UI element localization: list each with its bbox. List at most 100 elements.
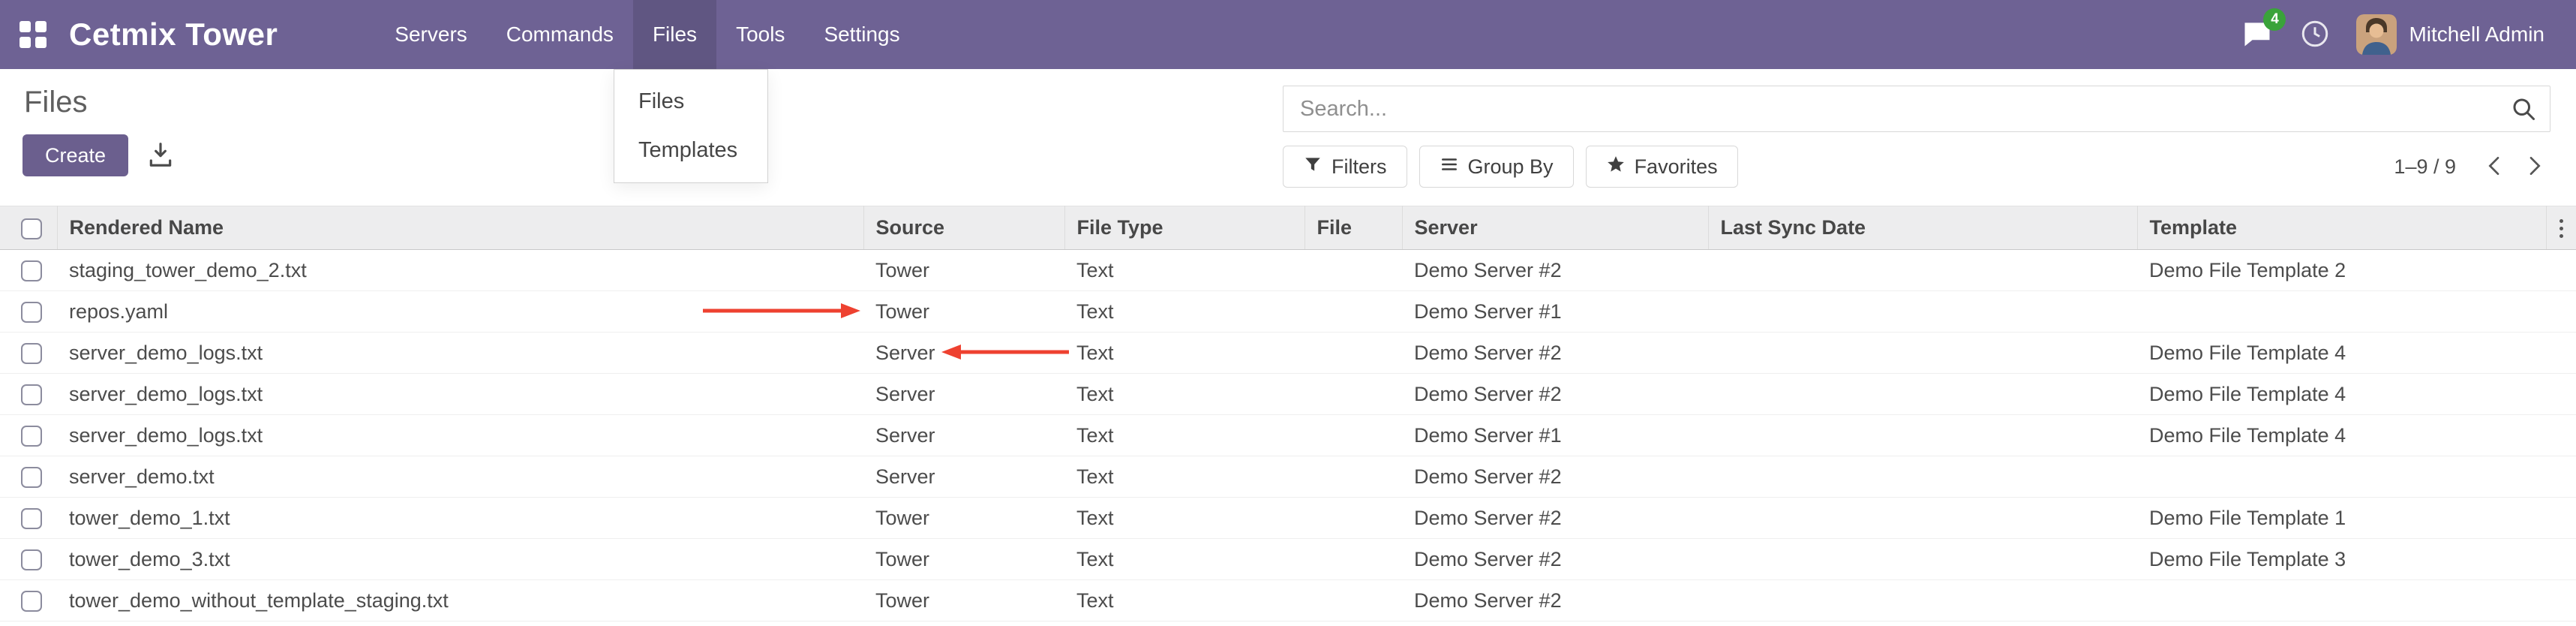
cell-file-type: Text: [1064, 498, 1305, 539]
cell-server: Demo Server #2: [1402, 374, 1708, 415]
search-input[interactable]: [1283, 86, 2550, 132]
cell-server: Demo Server #1: [1402, 291, 1708, 333]
row-checkbox[interactable]: [21, 549, 42, 570]
cell-file: [1305, 291, 1402, 333]
column-header-file-type[interactable]: File Type: [1064, 206, 1305, 250]
pager-next-button[interactable]: [2517, 149, 2550, 185]
optional-columns-button[interactable]: [2546, 206, 2576, 250]
cell-source: Server: [863, 415, 1064, 456]
cell-file: [1305, 498, 1402, 539]
pager-range: 1–9 / 9: [2394, 155, 2456, 179]
cell-template: Demo File Template 4: [2137, 333, 2546, 374]
row-checkbox[interactable]: [21, 384, 42, 405]
menu-files[interactable]: Files: [633, 0, 716, 69]
row-checkbox-cell: [0, 291, 57, 333]
cell-rendered-name: tower_demo_without_template_staging.txt: [57, 580, 863, 621]
row-checkbox[interactable]: [21, 260, 42, 281]
cell-file: [1305, 415, 1402, 456]
activities-button[interactable]: [2299, 18, 2331, 52]
filters-button[interactable]: Filters: [1283, 146, 1407, 188]
select-all-checkbox[interactable]: [21, 218, 42, 239]
cell-last-sync-date: [1708, 374, 2137, 415]
apps-grid-icon: [20, 21, 47, 48]
cell-source: Tower: [863, 291, 1064, 333]
table-row[interactable]: staging_tower_demo_2.txt Tower Text Demo…: [0, 250, 2576, 291]
apps-menu-button[interactable]: [0, 0, 66, 69]
cell-template: Demo File Template 1: [2137, 498, 2546, 539]
cell-options: [2546, 456, 2576, 498]
cell-server: Demo Server #1: [1402, 415, 1708, 456]
cell-template: Demo File Template 4: [2137, 415, 2546, 456]
table-row[interactable]: tower_demo_1.txt Tower Text Demo Server …: [0, 498, 2576, 539]
row-checkbox[interactable]: [21, 426, 42, 447]
create-button[interactable]: Create: [23, 134, 128, 176]
cell-rendered-name: server_demo.txt: [57, 456, 863, 498]
files-dropdown-menu: Files Templates: [614, 69, 768, 183]
cell-server: Demo Server #2: [1402, 333, 1708, 374]
column-header-template[interactable]: Template: [2137, 206, 2546, 250]
row-checkbox-cell: [0, 498, 57, 539]
user-menu[interactable]: Mitchell Admin: [2356, 14, 2544, 55]
row-checkbox[interactable]: [21, 508, 42, 529]
top-navbar: Cetmix Tower Servers Commands Files Tool…: [0, 0, 2576, 69]
dropdown-item-templates[interactable]: Templates: [614, 126, 767, 175]
cell-options: [2546, 291, 2576, 333]
cell-file: [1305, 333, 1402, 374]
table-row[interactable]: server_demo_logs.txt Server Text Demo Se…: [0, 333, 2576, 374]
cell-last-sync-date: [1708, 456, 2137, 498]
star-icon: [1606, 155, 1626, 179]
messages-button[interactable]: 4: [2241, 17, 2274, 53]
table-row[interactable]: tower_demo_3.txt Tower Text Demo Server …: [0, 539, 2576, 580]
cell-template: [2137, 580, 2546, 621]
menu-commands[interactable]: Commands: [487, 0, 633, 69]
cell-server: Demo Server #2: [1402, 580, 1708, 621]
row-checkbox[interactable]: [21, 467, 42, 488]
column-header-server[interactable]: Server: [1402, 206, 1708, 250]
cell-options: [2546, 333, 2576, 374]
cell-file: [1305, 374, 1402, 415]
cell-source: Tower: [863, 498, 1064, 539]
export-button[interactable]: [143, 137, 178, 174]
row-checkbox[interactable]: [21, 302, 42, 323]
cell-last-sync-date: [1708, 415, 2137, 456]
cell-source: Tower: [863, 539, 1064, 580]
menu-settings[interactable]: Settings: [804, 0, 919, 69]
chevron-left-icon: [2483, 154, 2507, 180]
cell-rendered-name: server_demo_logs.txt: [57, 333, 863, 374]
group-by-button[interactable]: Group By: [1419, 146, 1574, 188]
cell-options: [2546, 539, 2576, 580]
cell-rendered-name: repos.yaml: [57, 291, 863, 333]
funnel-icon: [1303, 155, 1323, 179]
filters-label: Filters: [1332, 155, 1387, 179]
row-checkbox[interactable]: [21, 591, 42, 612]
cell-file-type: Text: [1064, 539, 1305, 580]
table-row[interactable]: tower_demo_without_template_staging.txt …: [0, 580, 2576, 621]
favorites-label: Favorites: [1635, 155, 1718, 179]
menu-servers[interactable]: Servers: [375, 0, 486, 69]
table-row[interactable]: server_demo_logs.txt Server Text Demo Se…: [0, 415, 2576, 456]
pager-previous-button[interactable]: [2478, 149, 2511, 185]
favorites-button[interactable]: Favorites: [1586, 146, 1738, 188]
column-header-file[interactable]: File: [1305, 206, 1402, 250]
table-row[interactable]: server_demo.txt Server Text Demo Server …: [0, 456, 2576, 498]
table-row[interactable]: repos.yaml Tower Text Demo Server #1: [0, 291, 2576, 333]
user-name: Mitchell Admin: [2409, 23, 2544, 47]
column-header-last-sync-date[interactable]: Last Sync Date: [1708, 206, 2137, 250]
row-checkbox[interactable]: [21, 343, 42, 364]
vertical-dots-icon: [2559, 219, 2563, 238]
avatar: [2356, 14, 2397, 55]
cell-last-sync-date: [1708, 580, 2137, 621]
app-brand[interactable]: Cetmix Tower: [66, 0, 297, 69]
pager: 1–9 / 9: [2394, 149, 2550, 185]
cell-file-type: Text: [1064, 456, 1305, 498]
column-header-source[interactable]: Source: [863, 206, 1064, 250]
cell-template: Demo File Template 2: [2137, 250, 2546, 291]
cell-file-type: Text: [1064, 250, 1305, 291]
row-checkbox-cell: [0, 456, 57, 498]
menu-tools[interactable]: Tools: [716, 0, 804, 69]
dropdown-item-files[interactable]: Files: [614, 77, 767, 126]
column-header-rendered-name[interactable]: Rendered Name: [57, 206, 863, 250]
table-row[interactable]: server_demo_logs.txt Server Text Demo Se…: [0, 374, 2576, 415]
cell-last-sync-date: [1708, 498, 2137, 539]
cell-rendered-name: staging_tower_demo_2.txt: [57, 250, 863, 291]
